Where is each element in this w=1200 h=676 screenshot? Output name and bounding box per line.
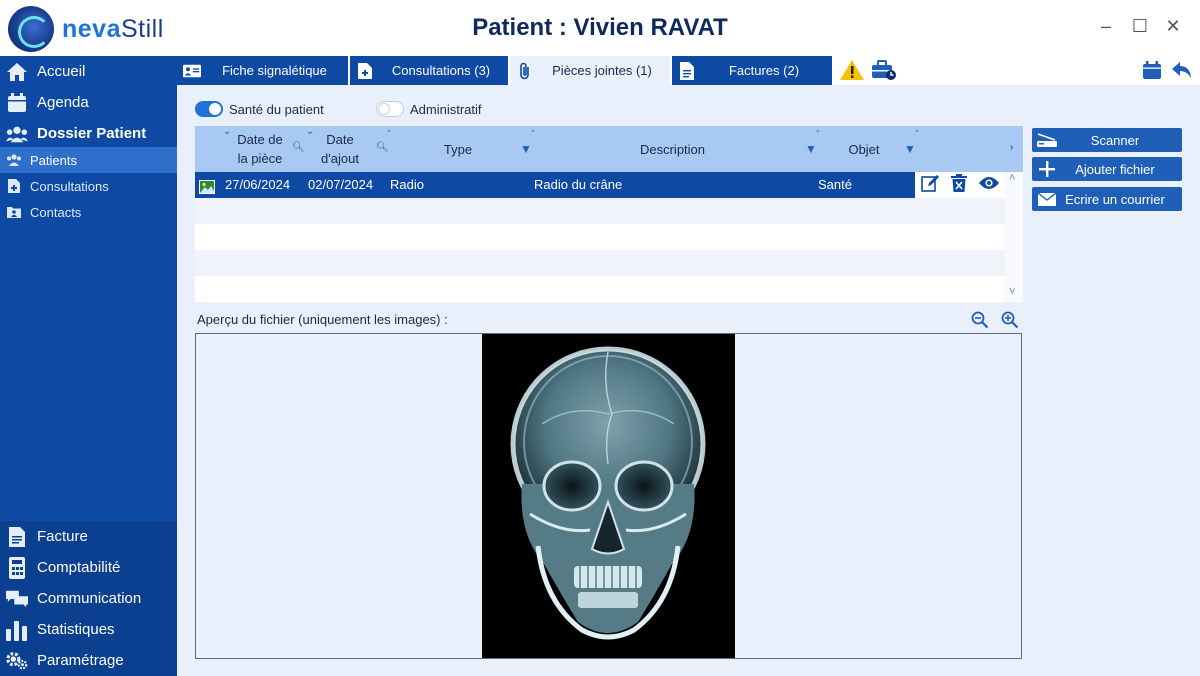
search-icon[interactable]: 🔍︎ xyxy=(376,142,389,153)
invoice-icon xyxy=(6,526,28,547)
cell-objet: Santé xyxy=(818,177,852,192)
col-description[interactable]: Description xyxy=(615,126,730,172)
calendar-icon[interactable] xyxy=(1139,58,1165,82)
search-icon[interactable]: 🔍︎ xyxy=(292,142,305,153)
row-actions xyxy=(915,172,1005,198)
invoice-icon xyxy=(678,61,696,80)
bar-chart-icon xyxy=(6,620,28,641)
chat-icon xyxy=(6,589,28,609)
maximize-button[interactable]: ☐ xyxy=(1130,16,1150,37)
nav-accueil[interactable]: Accueil xyxy=(0,56,177,87)
medical-doc-icon xyxy=(356,62,374,80)
attachments-table: ⌄ Date de la pièce 🔍︎ ⌄ Date d'ajout 🔍︎ … xyxy=(195,126,1023,302)
switch-on[interactable] xyxy=(195,101,223,117)
tab-bar: Fiche signalétique Consultations (3) Piè… xyxy=(177,56,1200,85)
col-objet[interactable]: Objet xyxy=(840,126,888,172)
table-row-empty xyxy=(195,276,1005,302)
sort-icon[interactable]: ◦ xyxy=(816,126,820,137)
preview-label: Aperçu du fichier (uniquement les images… xyxy=(197,312,448,327)
write-letter-button[interactable]: Ecrire un courrier xyxy=(1032,187,1182,211)
id-card-icon xyxy=(183,62,201,80)
file-preview xyxy=(195,333,1022,659)
nav-dossier-patient[interactable]: Dossier Patient xyxy=(0,118,177,149)
nav-parametrage[interactable]: Paramétrage xyxy=(0,645,177,676)
paperclip-icon xyxy=(516,62,534,80)
nav-comptabilite[interactable]: Comptabilité xyxy=(0,552,177,583)
home-icon xyxy=(6,62,28,82)
table-row-empty xyxy=(195,224,1005,250)
warning-icon[interactable] xyxy=(839,58,865,82)
image-file-icon xyxy=(199,177,215,194)
scanner-button[interactable]: Scanner xyxy=(1032,128,1182,152)
nav-statistiques[interactable]: Statistiques xyxy=(0,614,177,645)
sort-icon[interactable]: ◦ xyxy=(915,126,919,137)
patients-group-icon xyxy=(6,124,28,144)
briefcase-clock-icon[interactable] xyxy=(871,58,897,82)
plus-icon xyxy=(1036,160,1058,178)
table-row[interactable]: 27/06/2024 02/07/2024 Radio Radio du crâ… xyxy=(195,172,1005,198)
skull-xray-image xyxy=(482,334,735,658)
consultation-icon xyxy=(6,179,22,193)
filter-icon[interactable]: ▼ xyxy=(520,142,532,156)
table-header: ⌄ Date de la pièce 🔍︎ ⌄ Date d'ajout 🔍︎ … xyxy=(195,126,1023,172)
nav-contacts[interactable]: Contacts xyxy=(0,199,177,225)
chevron-right-icon[interactable]: › xyxy=(1010,142,1013,153)
title-bar: nevaStill Patient : Vivien RAVAT – ☐ ✕ xyxy=(0,0,1200,56)
back-arrow-icon[interactable] xyxy=(1169,58,1195,82)
tab-factures[interactable]: Factures (2) xyxy=(672,56,832,85)
sidebar-bottom: Facture Comptabilité Communication Stati… xyxy=(0,521,177,676)
patients-icon xyxy=(6,153,22,167)
cell-type: Radio xyxy=(390,177,424,192)
add-file-button[interactable]: Ajouter fichier xyxy=(1032,157,1182,181)
sort-icon[interactable]: ◦ xyxy=(531,126,535,137)
window-title: Patient : Vivien RAVAT xyxy=(472,14,728,41)
filter-icon[interactable]: ▼ xyxy=(904,142,916,156)
toggle-administratif[interactable]: Administratif xyxy=(376,101,482,117)
scanner-icon xyxy=(1036,131,1058,149)
col-type[interactable]: Type xyxy=(435,126,481,172)
switch-off[interactable] xyxy=(376,101,404,117)
table-row-empty xyxy=(195,250,1005,276)
sidebar: Accueil Agenda Dossier Patient Patients … xyxy=(0,56,177,676)
close-button[interactable]: ✕ xyxy=(1163,16,1183,37)
nav-patients[interactable]: Patients xyxy=(0,147,177,173)
nav-consultations[interactable]: Consultations xyxy=(0,173,177,199)
cell-description: Radio du crâne xyxy=(534,177,623,192)
table-row-empty xyxy=(195,198,1005,224)
calendar-icon xyxy=(6,92,28,113)
scroll-up-icon[interactable]: ˄ xyxy=(1009,172,1015,184)
filter-icon[interactable]: ▼ xyxy=(805,142,817,156)
zoom-in-icon[interactable] xyxy=(1000,310,1020,330)
tab-fiche-signaletique[interactable]: Fiche signalétique xyxy=(177,56,348,85)
tab-consultations[interactable]: Consultations (3) xyxy=(350,56,508,85)
cell-date-ajout: 02/07/2024 xyxy=(308,177,374,192)
minimize-button[interactable]: – xyxy=(1096,16,1116,37)
envelope-icon xyxy=(1036,190,1058,208)
col-date-ajout[interactable]: Date d'ajout xyxy=(313,126,367,172)
table-scrollbar[interactable]: ˄ ˅ xyxy=(1005,172,1023,302)
nav-agenda[interactable]: Agenda xyxy=(0,87,177,118)
sort-icon[interactable]: ◦ xyxy=(387,126,391,137)
eye-icon[interactable] xyxy=(979,176,999,195)
contacts-icon xyxy=(6,205,22,219)
toggle-sante[interactable]: Santé du patient xyxy=(195,101,324,117)
cell-date-piece: 27/06/2024 xyxy=(225,177,291,192)
scroll-down-icon[interactable]: ˅ xyxy=(1009,286,1015,298)
edit-icon[interactable] xyxy=(921,174,939,197)
col-date-piece[interactable]: Date de la pièce xyxy=(231,126,289,172)
nav-communication[interactable]: Communication xyxy=(0,583,177,614)
delete-icon[interactable] xyxy=(951,173,967,197)
zoom-out-icon[interactable] xyxy=(970,310,990,330)
calculator-icon xyxy=(6,556,28,579)
tab-pieces-jointes[interactable]: Pièces jointes (1) xyxy=(510,56,670,85)
nav-facture[interactable]: Facture xyxy=(0,521,177,552)
settings-icon xyxy=(6,651,28,671)
